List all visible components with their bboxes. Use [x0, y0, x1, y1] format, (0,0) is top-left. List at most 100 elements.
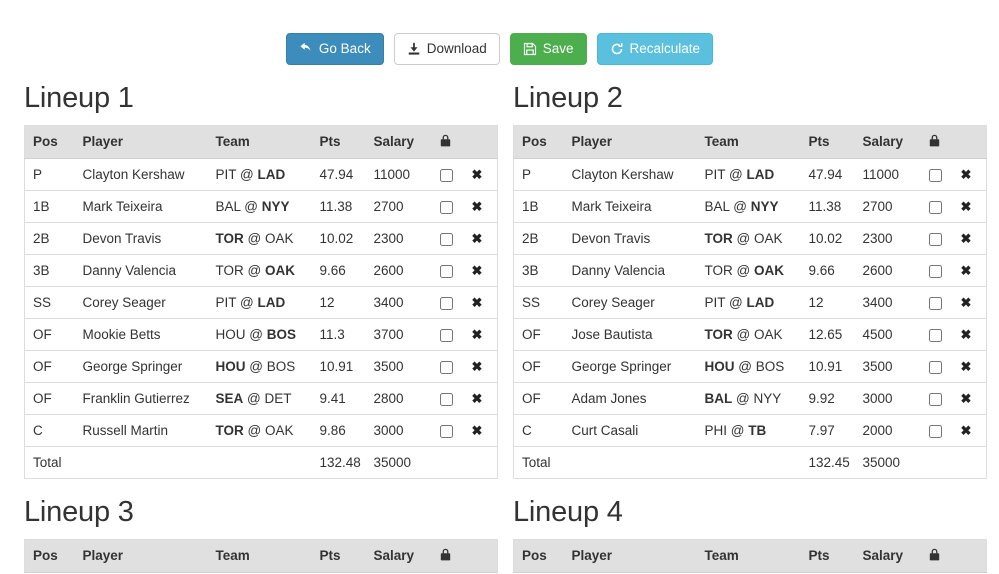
- home-team: NYY: [261, 198, 290, 214]
- lock-checkbox[interactable]: [928, 200, 942, 214]
- home-team: TB: [748, 422, 767, 438]
- go-back-label: Go Back: [318, 41, 371, 57]
- table-row: OF George Springer HOU @ BOS 10.91 3500 ✖: [513, 349, 987, 383]
- cell-delete: ✖: [952, 189, 987, 223]
- lineup-title: Lineup 4: [513, 495, 623, 528]
- lock-checkbox[interactable]: [439, 360, 453, 374]
- lock-checkbox[interactable]: [439, 328, 453, 342]
- lock-checkbox[interactable]: [439, 424, 453, 438]
- delete-x-icon[interactable]: ✖: [961, 359, 972, 374]
- home-team: LAD: [257, 294, 286, 310]
- delete-x-icon[interactable]: ✖: [961, 231, 972, 246]
- column-header-lock: [431, 539, 464, 573]
- cell-lock: [920, 221, 953, 255]
- delete-x-icon[interactable]: ✖: [472, 231, 483, 246]
- table-row: C Russell Martin TOR @ OAK 9.86 3000 ✖: [24, 413, 498, 447]
- lock-checkbox[interactable]: [928, 264, 942, 278]
- delete-x-icon[interactable]: ✖: [961, 391, 972, 406]
- column-header-pos: Pos: [24, 125, 75, 159]
- at-separator: @: [245, 326, 267, 342]
- away-team: PIT: [215, 166, 237, 182]
- cell-points: 11.38: [800, 189, 855, 223]
- delete-x-icon[interactable]: ✖: [961, 295, 972, 310]
- lock-checkbox[interactable]: [439, 200, 453, 214]
- home-team: NYY: [750, 198, 779, 214]
- cell-position: OF: [24, 381, 75, 415]
- cell-delete: ✖: [463, 157, 498, 191]
- away-team: HOU: [704, 358, 735, 374]
- delete-x-icon[interactable]: ✖: [961, 167, 972, 182]
- column-header-player: Player: [74, 539, 208, 573]
- lock-checkbox[interactable]: [928, 392, 942, 406]
- lock-checkbox[interactable]: [928, 232, 942, 246]
- go-back-button[interactable]: Go Back: [285, 33, 384, 65]
- at-separator: @: [243, 262, 265, 278]
- total-salary: 35000: [854, 445, 921, 479]
- cell-position: 2B: [24, 221, 75, 255]
- recalculate-button[interactable]: Recalculate: [596, 33, 714, 65]
- delete-x-icon[interactable]: ✖: [472, 359, 483, 374]
- cell-lock: [431, 221, 464, 255]
- lock-checkbox[interactable]: [928, 424, 942, 438]
- table-row: OF Mookie Betts HOU @ BOS 11.3 3700 ✖: [24, 317, 498, 351]
- cell-lock: [431, 413, 464, 447]
- save-button[interactable]: Save: [509, 33, 587, 65]
- away-team: HOU: [215, 326, 246, 342]
- cell-matchup: PHI @ TB: [696, 413, 801, 447]
- delete-x-icon[interactable]: ✖: [472, 423, 483, 438]
- delete-x-icon[interactable]: ✖: [961, 423, 972, 438]
- delete-x-icon[interactable]: ✖: [961, 327, 972, 342]
- cell-lock: [920, 285, 953, 319]
- column-header-pts: Pts: [311, 125, 366, 159]
- cell-salary: 2000: [854, 413, 921, 447]
- cell-position: P: [513, 157, 564, 191]
- cell-matchup: PIT @ LAD: [696, 157, 801, 191]
- action-toolbar: Go Back Download Save Recalculate: [0, 0, 999, 65]
- cell-lock: [431, 317, 464, 351]
- cell-lock: [920, 317, 953, 351]
- delete-x-icon[interactable]: ✖: [472, 167, 483, 182]
- cell-player-name: Adam Jones: [563, 381, 697, 415]
- cell-points: 9.92: [800, 381, 855, 415]
- cell-points: 12: [311, 285, 366, 319]
- at-separator: @: [729, 198, 751, 214]
- cell-points: 10.02: [311, 221, 366, 255]
- lock-checkbox[interactable]: [928, 328, 942, 342]
- cell-delete: ✖: [463, 381, 498, 415]
- delete-x-icon[interactable]: ✖: [472, 295, 483, 310]
- delete-x-icon[interactable]: ✖: [472, 199, 483, 214]
- cell-delete: ✖: [952, 349, 987, 383]
- lock-checkbox[interactable]: [439, 296, 453, 310]
- lock-checkbox[interactable]: [928, 360, 942, 374]
- cell-player-name: Devon Travis: [74, 221, 208, 255]
- download-button[interactable]: Download: [393, 33, 500, 65]
- delete-x-icon[interactable]: ✖: [472, 327, 483, 342]
- cell-position: C: [513, 413, 564, 447]
- cell-position: OF: [513, 349, 564, 383]
- lock-checkbox[interactable]: [439, 392, 453, 406]
- lineup-table: Pos Player Team Pts Salary: [513, 538, 987, 573]
- cell-salary: 2600: [365, 253, 432, 287]
- cell-lock: [920, 349, 953, 383]
- lock-checkbox[interactable]: [928, 296, 942, 310]
- column-header-pos: Pos: [513, 125, 564, 159]
- cell-salary: 2600: [854, 253, 921, 287]
- delete-x-icon[interactable]: ✖: [472, 263, 483, 278]
- lock-checkbox[interactable]: [439, 264, 453, 278]
- cell-delete: ✖: [952, 221, 987, 255]
- lock-checkbox[interactable]: [439, 168, 453, 182]
- lock-checkbox[interactable]: [439, 232, 453, 246]
- cell-player-name: George Springer: [563, 349, 697, 383]
- delete-x-icon[interactable]: ✖: [961, 199, 972, 214]
- away-team: BAL: [215, 198, 241, 214]
- lock-checkbox[interactable]: [928, 168, 942, 182]
- delete-x-icon[interactable]: ✖: [472, 391, 483, 406]
- table-total-row: Total 132.45 35000: [513, 445, 987, 479]
- lineup-card-2: Lineup 2 Pos Player Team Pts Salary P Clayton …: [513, 65, 987, 479]
- lineup-table: Pos Player Team Pts Salary: [24, 538, 498, 573]
- delete-x-icon[interactable]: ✖: [961, 263, 972, 278]
- table-row: OF Jose Bautista TOR @ OAK 12.65 4500 ✖: [513, 317, 987, 351]
- away-team: TOR: [215, 262, 244, 278]
- cell-matchup: PIT @ LAD: [207, 285, 312, 319]
- table-row: SS Corey Seager PIT @ LAD 12 3400 ✖: [24, 285, 498, 319]
